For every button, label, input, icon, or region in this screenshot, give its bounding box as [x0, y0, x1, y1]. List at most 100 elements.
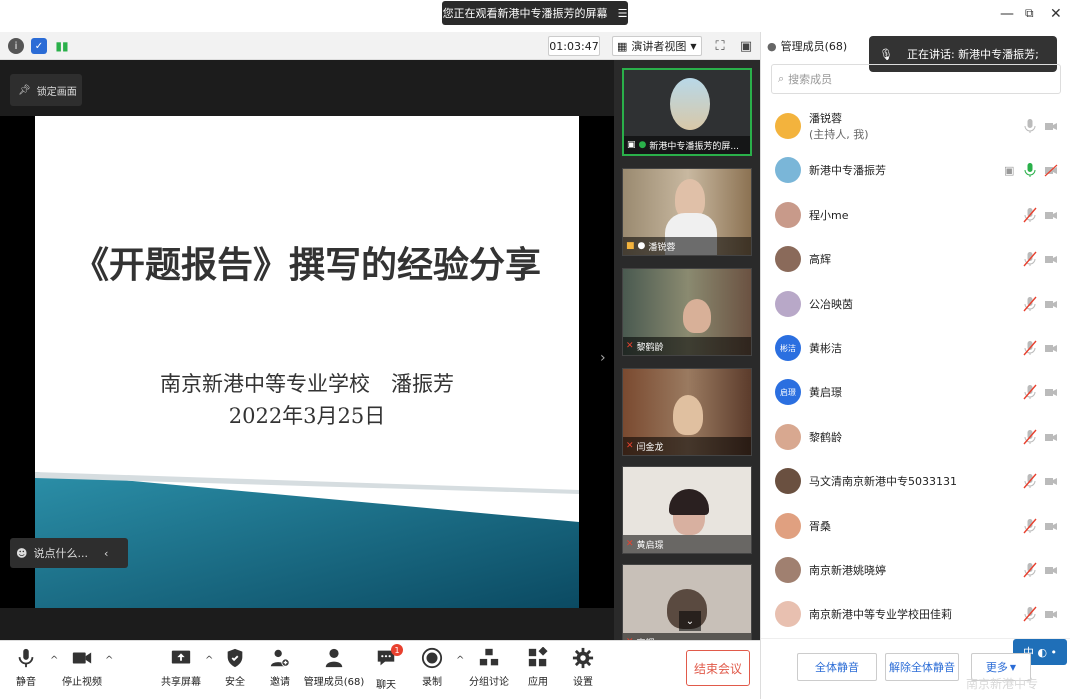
- mic-muted-icon[interactable]: [1023, 606, 1037, 622]
- share-screen-label: 共享屏幕: [161, 677, 201, 688]
- camera-icon[interactable]: [1044, 606, 1058, 622]
- camera-icon[interactable]: [1044, 562, 1058, 578]
- stop-video-button[interactable]: 停止视频: [60, 647, 104, 693]
- chevron-down-icon[interactable]: ⌄: [679, 611, 701, 631]
- mic-muted-icon[interactable]: [1023, 251, 1037, 267]
- grid-icon: ▦: [617, 39, 628, 53]
- apps-button[interactable]: 应用: [518, 647, 558, 693]
- smiley-icon[interactable]: ☻: [16, 547, 27, 560]
- info-icon[interactable]: i: [8, 38, 24, 54]
- share-screen-button[interactable]: 共享屏幕: [161, 647, 201, 693]
- chevron-up-icon[interactable]: ^: [105, 655, 113, 666]
- mic-muted-icon[interactable]: [1023, 518, 1037, 534]
- view-mode-dropdown[interactable]: ▦ 演讲者视图 ▼: [612, 36, 702, 56]
- camera-icon[interactable]: [1044, 296, 1058, 312]
- mic-muted-icon[interactable]: [1023, 207, 1037, 223]
- view-mode-label: 演讲者视图: [631, 40, 687, 53]
- minimize-icon[interactable]: —: [1000, 6, 1014, 22]
- mute-all-button[interactable]: 全体静音: [797, 653, 877, 681]
- mic-icon[interactable]: [1023, 118, 1037, 134]
- member-row[interactable]: 彬洁 黄彬洁: [761, 326, 1070, 370]
- share-screen-icon: [171, 650, 191, 664]
- member-row[interactable]: 潘锐蓉 (主持人, 我): [761, 104, 1070, 148]
- mic-muted-icon[interactable]: [1023, 340, 1037, 356]
- member-row[interactable]: 程小me: [761, 193, 1070, 237]
- mic-icon[interactable]: [1023, 162, 1037, 178]
- member-row[interactable]: 公冶映茵: [761, 282, 1070, 326]
- mic-muted-icon[interactable]: [1023, 473, 1037, 489]
- chevron-left-icon[interactable]: ‹: [104, 547, 108, 560]
- member-row[interactable]: 胥桑: [761, 504, 1070, 548]
- camera-icon[interactable]: [1044, 340, 1058, 356]
- manage-members-button[interactable]: 管理成员(68): [303, 647, 365, 693]
- members-panel: ● 管理成员(68) 🎙︎ 正在讲话: 新港中专潘振芳; ⌕ 搜索成员 潘锐蓉 (…: [760, 32, 1070, 699]
- chevron-up-icon[interactable]: ^: [205, 655, 213, 666]
- invite-button[interactable]: 邀请: [260, 647, 300, 693]
- sidebar-toggle-icon[interactable]: ▣: [738, 38, 754, 54]
- camera-icon[interactable]: [1044, 251, 1058, 267]
- video-thumbnail[interactable]: ✕ 闫金龙: [622, 368, 752, 456]
- mute-button[interactable]: 静音: [6, 647, 46, 693]
- lock-view-button[interactable]: 📌︎ 锁定画面: [10, 74, 82, 106]
- member-row[interactable]: 新港中专潘振芳 ▣: [761, 148, 1070, 192]
- member-name: 马文清南京新港中专5033131: [809, 475, 957, 489]
- member-name: 程小me: [809, 208, 849, 222]
- member-row[interactable]: 南京新港姚晓婷: [761, 548, 1070, 592]
- thumbnail-label: ✕ 闫金龙: [623, 437, 751, 455]
- camera-icon[interactable]: [1044, 384, 1058, 400]
- member-name-block: 马文清南京新港中专5033131: [809, 473, 957, 489]
- unmute-all-button[interactable]: 解除全体静音: [885, 653, 959, 681]
- breakout-label: 分组讨论: [469, 677, 509, 688]
- fullscreen-icon[interactable]: ⛶: [712, 38, 728, 54]
- camera-icon[interactable]: [1044, 429, 1058, 445]
- restore-icon[interactable]: ⧉: [1025, 6, 1034, 21]
- member-row[interactable]: 启璟 黄启璟: [761, 370, 1070, 414]
- camera-icon[interactable]: [1044, 118, 1058, 134]
- thumbnail-name: 黄启璟: [636, 540, 664, 551]
- avatar: 彬洁: [775, 335, 801, 361]
- chevron-right-icon[interactable]: ›: [600, 350, 606, 366]
- camera-icon[interactable]: [1044, 162, 1058, 178]
- video-thumbnail[interactable]: ✕ 黎鹤龄: [622, 268, 752, 356]
- speaking-text: 正在讲话: 新港中专潘振芳;: [906, 48, 1039, 61]
- breakout-icon: [479, 648, 499, 666]
- end-meeting-button[interactable]: 结束会议: [686, 650, 750, 686]
- member-row[interactable]: 马文清南京新港中专5033131: [761, 459, 1070, 503]
- settings-button[interactable]: 设置: [563, 647, 603, 693]
- member-name-block: 高辉: [809, 251, 831, 267]
- camera-icon[interactable]: [1044, 207, 1058, 223]
- video-thumbnail[interactable]: ✕ 黄启璟: [622, 466, 752, 554]
- record-button[interactable]: 录制: [412, 647, 452, 693]
- mic-muted-icon[interactable]: [1023, 384, 1037, 400]
- record-label: 录制: [422, 677, 442, 688]
- mic-on-icon: ●: [638, 140, 647, 150]
- chevron-up-icon[interactable]: ^: [50, 655, 58, 666]
- signal-icon[interactable]: ▮▮: [54, 38, 70, 54]
- mic-muted-icon[interactable]: [1023, 562, 1037, 578]
- member-name-block: 黎鹤龄: [809, 429, 842, 445]
- member-row[interactable]: 高辉: [761, 237, 1070, 281]
- camera-icon[interactable]: [1044, 473, 1058, 489]
- mic-muted-icon[interactable]: [1023, 429, 1037, 445]
- video-thumbnail[interactable]: ■ ● 潘锐蓉: [622, 168, 752, 256]
- breakout-button[interactable]: 分组讨论: [466, 647, 512, 693]
- menu-icon[interactable]: ☰: [618, 7, 628, 20]
- chat-button[interactable]: 1 聊天: [366, 644, 406, 693]
- member-row[interactable]: 黎鹤龄: [761, 415, 1070, 459]
- chat-input-box[interactable]: ☻ 说点什么... ‹: [10, 538, 128, 568]
- video-thumbnail[interactable]: ✕高辉 ⌄: [622, 564, 752, 640]
- security-button[interactable]: 安全: [215, 647, 255, 693]
- shield-icon[interactable]: ✓: [31, 38, 47, 54]
- video-thumbnail-column: ▣●新港中专潘振芳的屏... ■●潘锐蓉 ✕黎鹤龄 ✕闫金龙 ✕黄启璟 ✕高辉 …: [614, 60, 760, 640]
- chevron-up-icon[interactable]: ^: [456, 655, 464, 666]
- share-banner-text: 您正在观看新港中专潘振芳的屏幕: [442, 7, 608, 20]
- avatar: [775, 246, 801, 273]
- camera-icon[interactable]: [1044, 518, 1058, 534]
- close-icon[interactable]: ✕: [1050, 6, 1062, 22]
- member-row[interactable]: 南京新港中等专业学校田佳莉: [761, 592, 1070, 636]
- member-search-input[interactable]: ⌕ 搜索成员: [771, 64, 1061, 94]
- video-thumbnail[interactable]: ▣ ● 新港中专潘振芳的屏...: [622, 68, 752, 156]
- mic-muted-icon[interactable]: [1023, 296, 1037, 312]
- avatar: [775, 423, 801, 450]
- share-banner[interactable]: 您正在观看新港中专潘振芳的屏幕 ☰: [442, 1, 628, 25]
